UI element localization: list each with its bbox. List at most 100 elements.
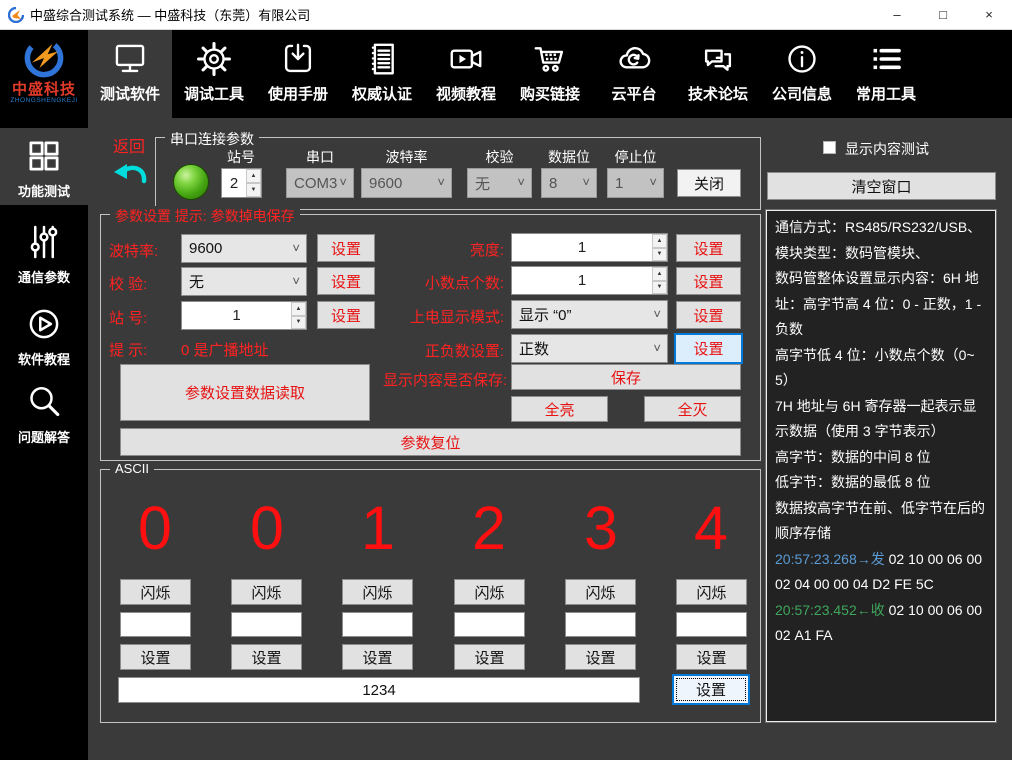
ascii-string-input[interactable] xyxy=(118,677,640,703)
tab-cloud-platform[interactable]: 云平台 xyxy=(592,30,676,118)
databits-select[interactable]: 8˅ xyxy=(541,168,597,198)
sidebar-item-label: 通信参数 xyxy=(18,267,70,286)
station-set-up-button[interactable]: ▲ xyxy=(291,302,306,316)
baud-set-select[interactable]: 9600˅ xyxy=(181,234,307,263)
tab-test-software[interactable]: 测试软件 xyxy=(88,30,172,118)
brightness-up-button[interactable]: ▲ xyxy=(652,234,667,248)
tab-debug-tools[interactable]: 调试工具 xyxy=(172,30,256,118)
ascii-digit-1: 0 xyxy=(222,492,312,564)
decimals-up-button[interactable]: ▲ xyxy=(652,267,667,281)
tab-certification[interactable]: 权威认证 xyxy=(340,30,424,118)
sidebar-item-function-test[interactable]: 功能测试 xyxy=(0,128,88,205)
ascii-input-0[interactable] xyxy=(120,612,191,637)
tab-common-tools[interactable]: 常用工具 xyxy=(844,30,928,118)
station-set-down-button[interactable]: ▼ xyxy=(291,316,306,330)
tab-tech-forum[interactable]: 技术论坛 xyxy=(676,30,760,118)
station-stepper[interactable]: 2 ▲▼ xyxy=(221,168,262,198)
sidebar-item-label: 功能测试 xyxy=(18,181,70,200)
display-test-checkbox[interactable] xyxy=(823,141,836,154)
stopbits-select[interactable]: 1˅ xyxy=(607,168,664,198)
ascii-input-4[interactable] xyxy=(565,612,636,637)
brightness-set-button[interactable]: 设置 xyxy=(676,234,741,262)
powerup-mode-select[interactable]: 显示 “0”˅ xyxy=(511,300,668,329)
logo-mark-icon xyxy=(20,34,68,82)
ascii-set-button-4[interactable]: 设置 xyxy=(565,644,636,670)
comm-log[interactable]: 通信方式：RS485/RS232/USB、 模块类型：数码管模块、 数码管整体设… xyxy=(766,210,996,722)
display-test-label: 显示内容测试 xyxy=(845,139,929,159)
ascii-input-3[interactable] xyxy=(454,612,525,637)
ascii-input-5[interactable] xyxy=(676,612,747,637)
save-button[interactable]: 保存 xyxy=(511,364,741,390)
close-port-button[interactable]: 关闭 xyxy=(677,169,741,197)
sidebar-item-software-tutorial[interactable]: 软件教程 xyxy=(0,296,88,371)
sidebar-item-label: 软件教程 xyxy=(18,349,70,368)
ascii-set-button-2[interactable]: 设置 xyxy=(342,644,413,670)
params-legend: 参数设置 提示: 参数掉电保存 xyxy=(110,206,300,226)
chevron-down-icon: ˅ xyxy=(653,306,661,321)
window-title: 中盛综合测试系统 — 中盛科技（东莞）有限公司 xyxy=(30,5,310,24)
databits-label: 数据位 xyxy=(541,147,597,167)
ascii-digit-5: 4 xyxy=(666,492,756,564)
tab-label: 视频教程 xyxy=(436,83,496,104)
tab-label: 测试软件 xyxy=(100,83,160,104)
all-off-button[interactable]: 全灭 xyxy=(644,396,741,422)
cloud-icon xyxy=(615,40,653,78)
back-arrow-icon[interactable] xyxy=(112,157,150,187)
blink-button-1[interactable]: 闪烁 xyxy=(231,579,302,605)
powerup-set-button[interactable]: 设置 xyxy=(676,301,741,329)
sidebar-item-comm-params[interactable]: 通信参数 xyxy=(0,214,88,291)
sidebar-item-faq[interactable]: 问题解答 xyxy=(0,374,88,451)
baud-set-button[interactable]: 设置 xyxy=(317,234,375,262)
parity-select[interactable]: 无˅ xyxy=(467,168,532,198)
tab-user-manual[interactable]: 使用手册 xyxy=(256,30,340,118)
ascii-set-button-3[interactable]: 设置 xyxy=(454,644,525,670)
decimals-down-button[interactable]: ▼ xyxy=(652,281,667,295)
tab-video-tutorials[interactable]: 视频教程 xyxy=(424,30,508,118)
all-on-button[interactable]: 全亮 xyxy=(511,396,608,422)
brightness-down-button[interactable]: ▼ xyxy=(652,248,667,262)
ascii-input-2[interactable] xyxy=(342,612,413,637)
port-select[interactable]: COM3˅ xyxy=(286,168,354,198)
save-question-label: 显示内容是否保存: xyxy=(383,369,507,390)
ascii-set-button-5[interactable]: 设置 xyxy=(676,644,747,670)
hint-label: 提 示: xyxy=(109,339,147,360)
back-label[interactable]: 返回 xyxy=(113,133,145,157)
tab-company-info[interactable]: 公司信息 xyxy=(760,30,844,118)
ascii-set-button-0[interactable]: 设置 xyxy=(120,644,191,670)
blink-button-0[interactable]: 闪烁 xyxy=(120,579,191,605)
blink-button-4[interactable]: 闪烁 xyxy=(565,579,636,605)
monitor-icon xyxy=(111,40,149,78)
sign-mode-select[interactable]: 正数˅ xyxy=(511,334,668,363)
sign-set-button[interactable]: 设置 xyxy=(674,333,743,364)
grid-icon xyxy=(24,136,64,176)
station-set-button[interactable]: 设置 xyxy=(317,301,375,329)
chevron-down-icon: ˅ xyxy=(292,240,300,255)
ascii-string-set-button[interactable]: 设置 xyxy=(672,674,750,705)
clear-window-button[interactable]: 清空窗口 xyxy=(767,172,996,200)
parity-set-button[interactable]: 设置 xyxy=(317,267,375,295)
search-icon xyxy=(24,382,64,422)
reset-params-button[interactable]: 参数复位 xyxy=(120,428,741,456)
station-down-button[interactable]: ▼ xyxy=(246,183,261,197)
blink-button-5[interactable]: 闪烁 xyxy=(676,579,747,605)
ascii-set-button-1[interactable]: 设置 xyxy=(231,644,302,670)
maximize-button[interactable]: □ xyxy=(920,0,966,30)
blink-button-3[interactable]: 闪烁 xyxy=(454,579,525,605)
sidebar-item-label: 问题解答 xyxy=(18,427,70,446)
decimals-set-button[interactable]: 设置 xyxy=(676,267,741,295)
chevron-down-icon: ˅ xyxy=(517,174,525,189)
chevron-down-icon: ˅ xyxy=(649,174,657,189)
ascii-input-1[interactable] xyxy=(231,612,302,637)
baud-select[interactable]: 9600˅ xyxy=(361,168,452,198)
brightness-stepper[interactable]: 1 ▲▼ xyxy=(511,233,668,262)
read-params-button[interactable]: 参数设置数据读取 xyxy=(120,364,370,421)
decimals-stepper[interactable]: 1 ▲▼ xyxy=(511,266,668,295)
chevron-down-icon: ˅ xyxy=(653,340,661,355)
minimize-button[interactable]: – xyxy=(874,0,920,30)
station-up-button[interactable]: ▲ xyxy=(246,169,261,183)
close-button[interactable]: × xyxy=(966,0,1012,30)
blink-button-2[interactable]: 闪烁 xyxy=(342,579,413,605)
tab-purchase-link[interactable]: 购买链接 xyxy=(508,30,592,118)
parity-set-select[interactable]: 无˅ xyxy=(181,267,307,296)
station-set-stepper[interactable]: 1 ▲▼ xyxy=(181,301,307,330)
